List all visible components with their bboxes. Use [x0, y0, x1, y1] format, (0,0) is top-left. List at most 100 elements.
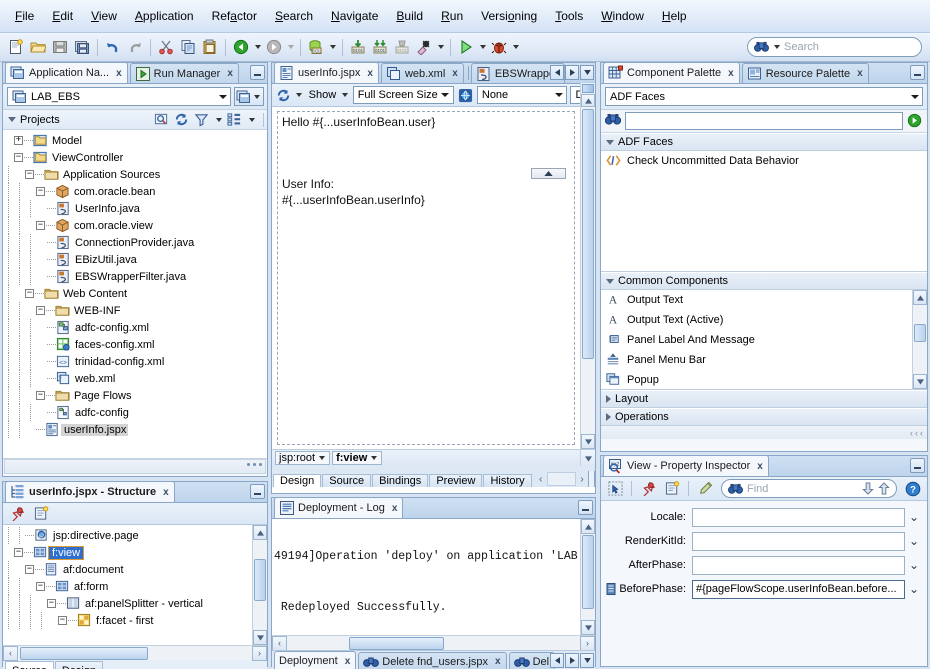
- sql-dropdown-icon[interactable]: [327, 37, 338, 57]
- palette-vscrollbar[interactable]: [912, 290, 927, 389]
- expander-icon[interactable]: −: [36, 306, 45, 315]
- make-icon[interactable]: 0101: [347, 36, 369, 58]
- palette-item-output-text[interactable]: A Output Text: [601, 290, 911, 310]
- close-icon[interactable]: x: [116, 68, 122, 79]
- chevron-down-icon[interactable]: ⌄: [905, 534, 923, 548]
- undo-icon[interactable]: [102, 36, 124, 58]
- menu-item-tools[interactable]: Tools: [546, 6, 592, 26]
- menu-item-run[interactable]: Run: [432, 6, 472, 26]
- screen-size-select[interactable]: Full Screen Size: [353, 86, 454, 104]
- expander-icon[interactable]: −: [25, 170, 34, 179]
- property-value-renderkitid[interactable]: [692, 532, 905, 551]
- tree-item-adfc-config-xml[interactable]: adfc-config.xml: [3, 319, 267, 336]
- scroll-right-icon[interactable]: ›: [252, 646, 267, 661]
- scroll-down-icon[interactable]: [580, 450, 595, 467]
- new-file-icon[interactable]: [5, 36, 27, 58]
- canvas-vscrollbar[interactable]: [580, 107, 595, 449]
- tab-property-inspector[interactable]: xyz View - Property Inspector x: [603, 456, 769, 476]
- close-icon[interactable]: x: [757, 461, 763, 472]
- tab-list-dropdown-icon[interactable]: [580, 653, 594, 668]
- structure-item-af-form[interactable]: − af:form: [3, 578, 251, 595]
- minimize-inspector-button[interactable]: [910, 458, 925, 473]
- rebuild-icon[interactable]: 0101: [369, 36, 391, 58]
- cut-icon[interactable]: [155, 36, 177, 58]
- menu-item-application[interactable]: Application: [126, 6, 203, 26]
- palette-footer-grip[interactable]: ‹‹‹: [601, 426, 927, 439]
- canvas-line-hello[interactable]: Hello #{...userInfoBean.user}: [282, 115, 435, 129]
- tab-list-dropdown-icon[interactable]: [580, 65, 594, 80]
- debug-dropdown-icon[interactable]: [510, 37, 521, 57]
- tab-design[interactable]: Design: [273, 474, 321, 487]
- deployment-log-output[interactable]: 49194]Operation 'deploy' on application …: [272, 519, 595, 635]
- navigator-hscrollbar[interactable]: [3, 458, 267, 473]
- structure-hscrollbar[interactable]: ‹ ›: [3, 645, 267, 660]
- close-icon[interactable]: x: [728, 68, 734, 79]
- chevron-down-icon[interactable]: [317, 452, 326, 464]
- tab-deployment-log[interactable]: Deployment - Log x: [274, 498, 403, 518]
- back-dropdown-icon[interactable]: [252, 37, 263, 57]
- tree-item-faces-config-xml[interactable]: faces-config.xml: [3, 336, 267, 353]
- tree-item-web-content[interactable]: − Web Content: [3, 285, 267, 302]
- tab-userinfo-jspx[interactable]: userInfo.jspx x: [274, 63, 379, 83]
- expander-icon[interactable]: −: [36, 582, 45, 591]
- menu-item-help[interactable]: Help: [653, 6, 696, 26]
- scroll-up-icon[interactable]: [253, 525, 267, 540]
- tree-item-trinidad-config-xml[interactable]: <> trinidad-config.xml: [3, 353, 267, 370]
- scroll-thumb[interactable]: [914, 324, 926, 342]
- paste-icon[interactable]: [199, 36, 221, 58]
- filter-dropdown-icon[interactable]: [214, 110, 223, 130]
- canvas-line-userinfo-label[interactable]: User Info:: [282, 177, 334, 191]
- copy-icon[interactable]: [177, 36, 199, 58]
- chevron-down-icon[interactable]: [252, 87, 262, 107]
- application-select[interactable]: LAB_EBS: [7, 87, 231, 106]
- scroll-right-icon[interactable]: ›: [576, 471, 588, 487]
- tab-preview[interactable]: Preview: [429, 474, 482, 487]
- minimize-structure-button[interactable]: [250, 484, 265, 499]
- close-icon[interactable]: x: [345, 656, 351, 667]
- tab-scroll-right-icon[interactable]: [565, 653, 579, 668]
- inspector-find-box[interactable]: Find: [721, 479, 897, 498]
- property-value-locale[interactable]: [692, 508, 905, 527]
- expander-icon[interactable]: −: [36, 391, 45, 400]
- scroll-thumb[interactable]: [254, 559, 266, 601]
- scroll-up-icon[interactable]: [581, 94, 595, 107]
- view-tabs-hscrollbar[interactable]: ‹ ›: [535, 471, 595, 487]
- scroll-right-icon[interactable]: ›: [580, 636, 595, 651]
- debug-icon[interactable]: [488, 36, 510, 58]
- show-menu-label[interactable]: Show: [307, 89, 339, 101]
- palette-search-input[interactable]: [625, 112, 903, 130]
- pin-icon[interactable]: [6, 503, 28, 525]
- palette-section-layout[interactable]: Layout: [601, 390, 927, 408]
- filter-icon[interactable]: [194, 112, 210, 128]
- structure-item-af-panelsplitter[interactable]: − af:panelSplitter - vertical: [3, 595, 251, 612]
- run-ant-icon[interactable]: [413, 36, 435, 58]
- select-icon[interactable]: [604, 478, 626, 500]
- expander-icon[interactable]: −: [25, 289, 34, 298]
- chevron-down-icon[interactable]: [907, 88, 922, 105]
- minimize-navigator-button[interactable]: [250, 65, 265, 80]
- deployment-vscrollbar[interactable]: [580, 519, 595, 635]
- scroll-up-icon[interactable]: [581, 519, 595, 534]
- palette-item-panel-label-and-message[interactable]: I Panel Label And Message: [601, 330, 911, 350]
- close-icon[interactable]: x: [163, 487, 169, 498]
- property-value-beforephase[interactable]: #{pageFlowScope.userInfoBean.before...: [692, 580, 905, 599]
- chevron-down-icon[interactable]: [215, 88, 230, 105]
- scroll-left-icon[interactable]: ‹: [3, 646, 18, 661]
- document-outline[interactable]: Hello #{...userInfoBean.user} User Info:…: [277, 111, 575, 445]
- chevron-down-icon[interactable]: [606, 140, 614, 145]
- edit-properties-icon[interactable]: [30, 503, 52, 525]
- global-search-box[interactable]: Search: [747, 37, 922, 57]
- chevron-down-icon[interactable]: [438, 87, 453, 103]
- chevron-right-icon[interactable]: [606, 413, 611, 421]
- pencil-icon[interactable]: [694, 478, 716, 500]
- chevron-down-icon[interactable]: [369, 452, 378, 464]
- tree-item-com-oracle-view[interactable]: − com.oracle.view: [3, 217, 267, 234]
- ant-dropdown-icon[interactable]: [435, 37, 446, 57]
- scroll-thumb-top[interactable]: [582, 84, 594, 93]
- expander-icon[interactable]: −: [14, 153, 23, 162]
- canvas-line-userinfo-el[interactable]: #{...userInfoBean.userInfo}: [282, 193, 425, 207]
- scroll-down-icon[interactable]: [581, 434, 595, 449]
- open-folder-icon[interactable]: [27, 36, 49, 58]
- pin-icon[interactable]: [637, 478, 659, 500]
- menu-item-build[interactable]: Build: [387, 6, 432, 26]
